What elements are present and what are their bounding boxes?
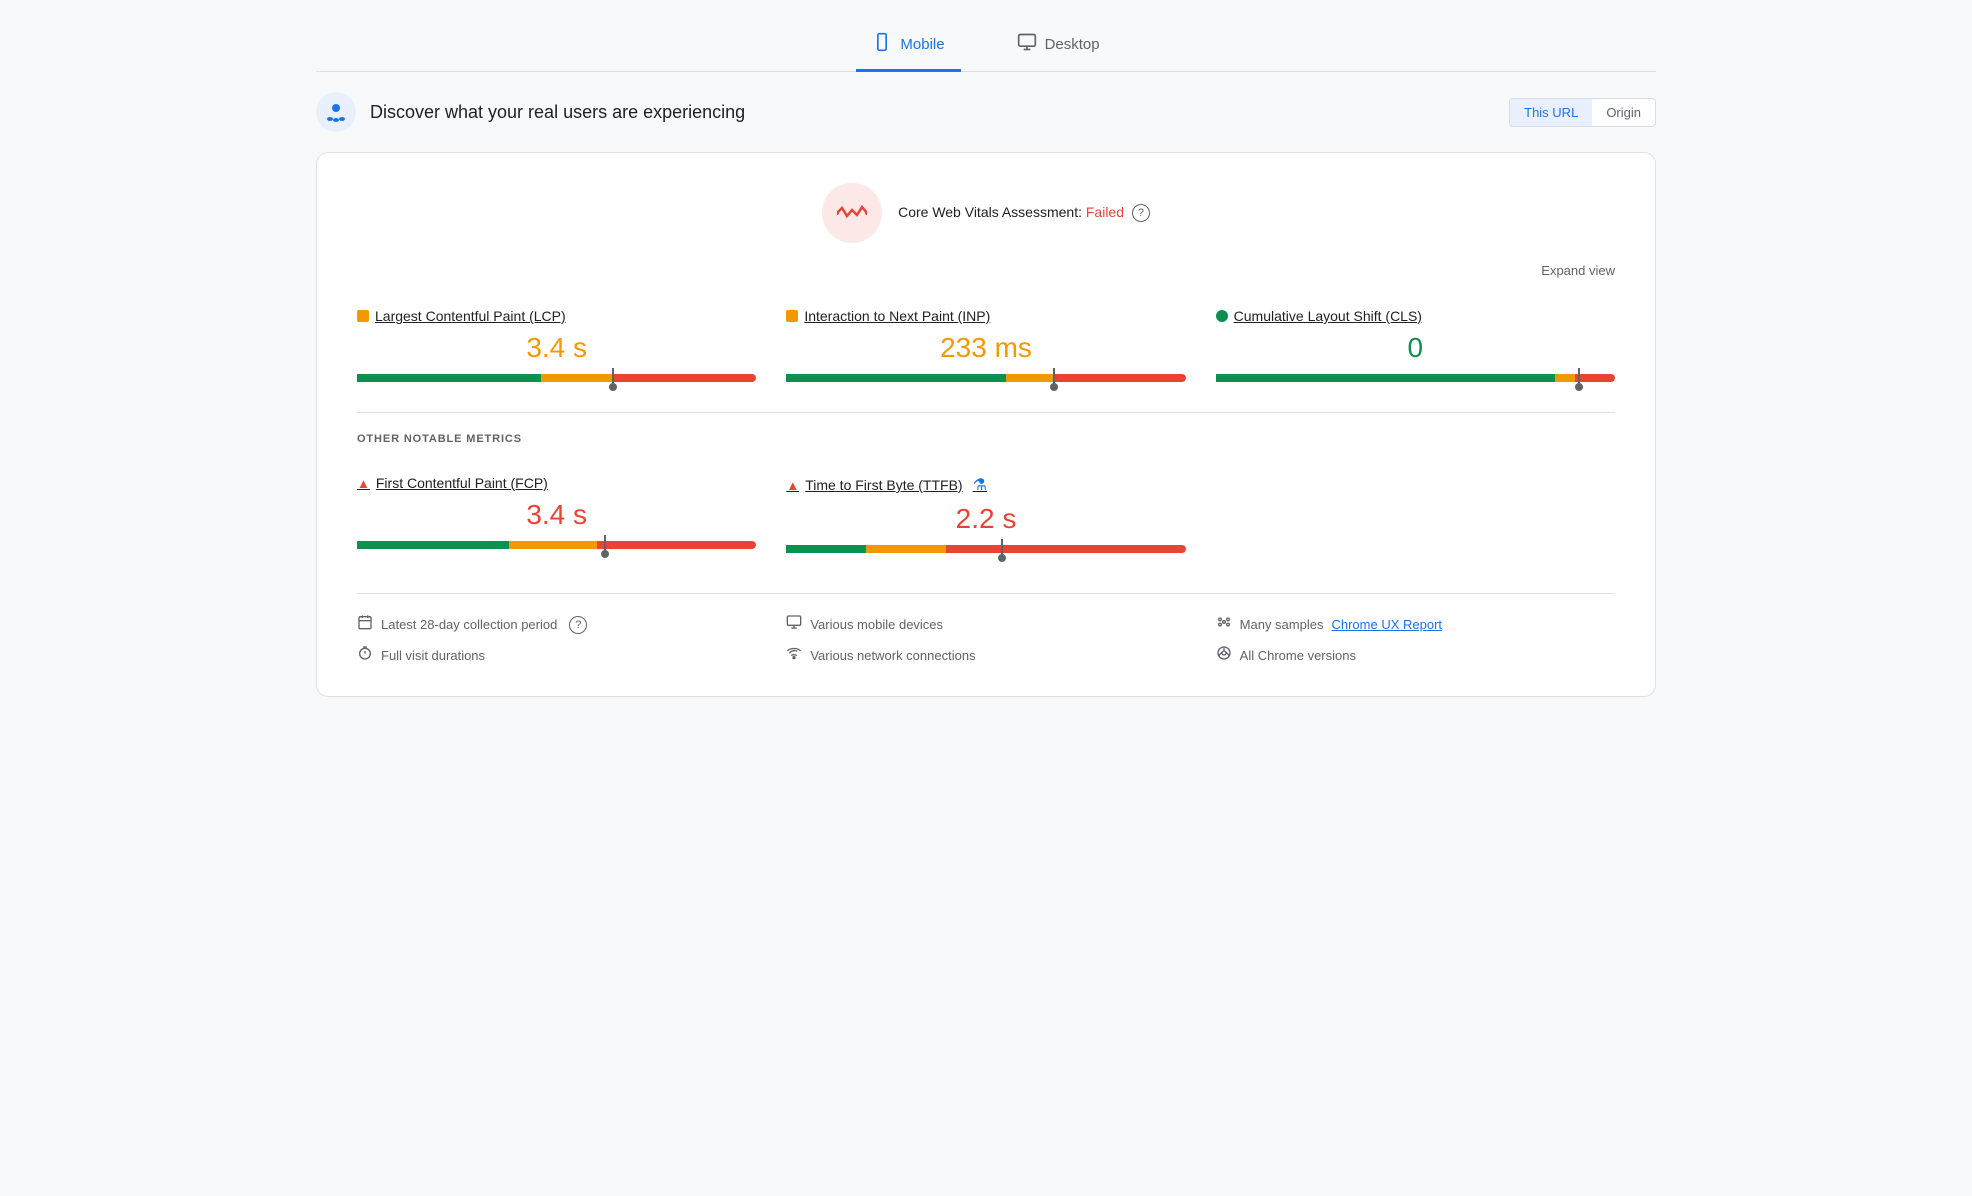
header-title: Discover what your real users are experi… — [370, 102, 745, 123]
fcp-bar-red — [597, 541, 757, 549]
this-url-button[interactable]: This URL — [1510, 99, 1592, 126]
fcp-indicator — [604, 535, 606, 555]
lcp-indicator — [612, 368, 614, 388]
metric-fcp-label[interactable]: ▲ First Contentful Paint (FCP) — [357, 475, 756, 491]
ttfb-value: 2.2 s — [786, 503, 1185, 535]
inp-bar-green — [786, 374, 1006, 382]
samples-text: Many samples — [1240, 617, 1324, 632]
tab-bar: Mobile Desktop — [316, 20, 1656, 72]
collection-period-help-icon[interactable]: ? — [569, 616, 587, 634]
footer-network: Various network connections — [786, 645, 1185, 666]
fcp-triangle-icon: ▲ — [357, 476, 370, 491]
expand-link[interactable]: Expand view — [1541, 263, 1615, 278]
metric-cls: Cumulative Layout Shift (CLS) 0 — [1216, 298, 1615, 392]
main-card: Core Web Vitals Assessment: Failed ? Exp… — [316, 152, 1656, 697]
visit-durations-text: Full visit durations — [381, 648, 485, 663]
avatar-icon — [316, 92, 356, 132]
footer-samples: Many samples Chrome UX Report — [1216, 614, 1615, 635]
ttfb-beaker-icon: ⚗ — [973, 475, 987, 495]
metric-lcp-label[interactable]: Largest Contentful Paint (LCP) — [357, 308, 756, 324]
footer-visit-durations: Full visit durations — [357, 645, 756, 666]
section-divider — [357, 412, 1615, 413]
metric-inp: Interaction to Next Paint (INP) 233 ms — [786, 298, 1185, 392]
ttfb-triangle-icon: ▲ — [786, 478, 799, 493]
metric-ttfb-label[interactable]: ▲ Time to First Byte (TTFB) ⚗ — [786, 475, 1185, 495]
metric-empty — [1216, 465, 1615, 563]
lcp-bar-red — [613, 374, 757, 382]
fcp-bar — [357, 541, 756, 549]
footer-collection-period: Latest 28-day collection period ? — [357, 614, 756, 635]
chrome-versions-text: All Chrome versions — [1240, 648, 1356, 663]
calendar-icon — [357, 614, 373, 635]
assessment-title: Core Web Vitals Assessment: Failed ? — [898, 204, 1150, 222]
fcp-bar-orange — [509, 541, 597, 549]
metric-ttfb: ▲ Time to First Byte (TTFB) ⚗ 2.2 s — [786, 465, 1185, 563]
other-metrics-label: OTHER NOTABLE METRICS — [357, 433, 1615, 445]
inp-indicator — [1053, 368, 1055, 388]
tab-mobile-label: Mobile — [900, 36, 944, 53]
header-left: Discover what your real users are experi… — [316, 92, 745, 132]
ttfb-bar-orange — [866, 545, 946, 553]
ttfb-bar-green — [786, 545, 866, 553]
collection-period-text: Latest 28-day collection period — [381, 617, 557, 632]
inp-bar-orange — [1006, 374, 1054, 382]
cls-indicator — [1578, 368, 1580, 388]
footer-chrome-versions: All Chrome versions — [1216, 645, 1615, 666]
timer-icon — [357, 645, 373, 666]
tab-desktop-label: Desktop — [1045, 36, 1100, 53]
footer-mobile-devices: Various mobile devices — [786, 614, 1185, 635]
lcp-bar-orange — [541, 374, 613, 382]
monitor-icon — [786, 614, 802, 635]
assessment-help-icon[interactable]: ? — [1132, 204, 1150, 222]
cls-bar — [1216, 374, 1615, 382]
network-icon — [786, 645, 802, 666]
url-toggle: This URL Origin — [1509, 98, 1656, 127]
tab-mobile[interactable]: Mobile — [856, 20, 960, 72]
chrome-ux-report-link[interactable]: Chrome UX Report — [1331, 617, 1442, 632]
assessment-title-prefix: Core Web Vitals Assessment: — [898, 204, 1086, 220]
origin-button[interactable]: Origin — [1592, 99, 1655, 126]
cls-dot — [1216, 310, 1228, 322]
cls-bar-red — [1575, 374, 1615, 382]
mobile-devices-text: Various mobile devices — [810, 617, 943, 632]
inp-dot — [786, 310, 798, 322]
other-metrics-grid: ▲ First Contentful Paint (FCP) 3.4 s ▲ T… — [357, 465, 1615, 563]
lcp-dot — [357, 310, 369, 322]
fcp-value: 3.4 s — [357, 499, 756, 531]
assessment-status: Failed — [1086, 204, 1124, 220]
mobile-icon — [872, 32, 892, 57]
inp-bar-red — [1054, 374, 1186, 382]
network-text: Various network connections — [810, 648, 975, 663]
desktop-icon — [1017, 32, 1037, 57]
header-row: Discover what your real users are experi… — [316, 92, 1656, 132]
samples-icon — [1216, 614, 1232, 635]
lcp-bar-green — [357, 374, 541, 382]
assessment-icon — [822, 183, 882, 243]
metric-inp-label[interactable]: Interaction to Next Paint (INP) — [786, 308, 1185, 324]
fcp-bar-green — [357, 541, 509, 549]
cls-bar-orange — [1555, 374, 1575, 382]
cls-value: 0 — [1216, 332, 1615, 364]
ttfb-bar — [786, 545, 1185, 553]
ttfb-indicator — [1001, 539, 1003, 559]
core-metrics-grid: Largest Contentful Paint (LCP) 3.4 s Int… — [357, 298, 1615, 392]
chrome-icon — [1216, 645, 1232, 666]
metric-lcp: Largest Contentful Paint (LCP) 3.4 s — [357, 298, 756, 392]
assessment-header: Core Web Vitals Assessment: Failed ? — [357, 183, 1615, 243]
ttfb-bar-red — [946, 545, 1186, 553]
metric-cls-label[interactable]: Cumulative Layout Shift (CLS) — [1216, 308, 1615, 324]
cls-bar-green — [1216, 374, 1555, 382]
tab-desktop[interactable]: Desktop — [1001, 20, 1116, 72]
expand-row: Expand view — [357, 263, 1615, 278]
inp-bar — [786, 374, 1185, 382]
lcp-value: 3.4 s — [357, 332, 756, 364]
footer-info: Latest 28-day collection period ? Variou… — [357, 593, 1615, 666]
lcp-bar — [357, 374, 756, 382]
metric-fcp: ▲ First Contentful Paint (FCP) 3.4 s — [357, 465, 756, 563]
inp-value: 233 ms — [786, 332, 1185, 364]
